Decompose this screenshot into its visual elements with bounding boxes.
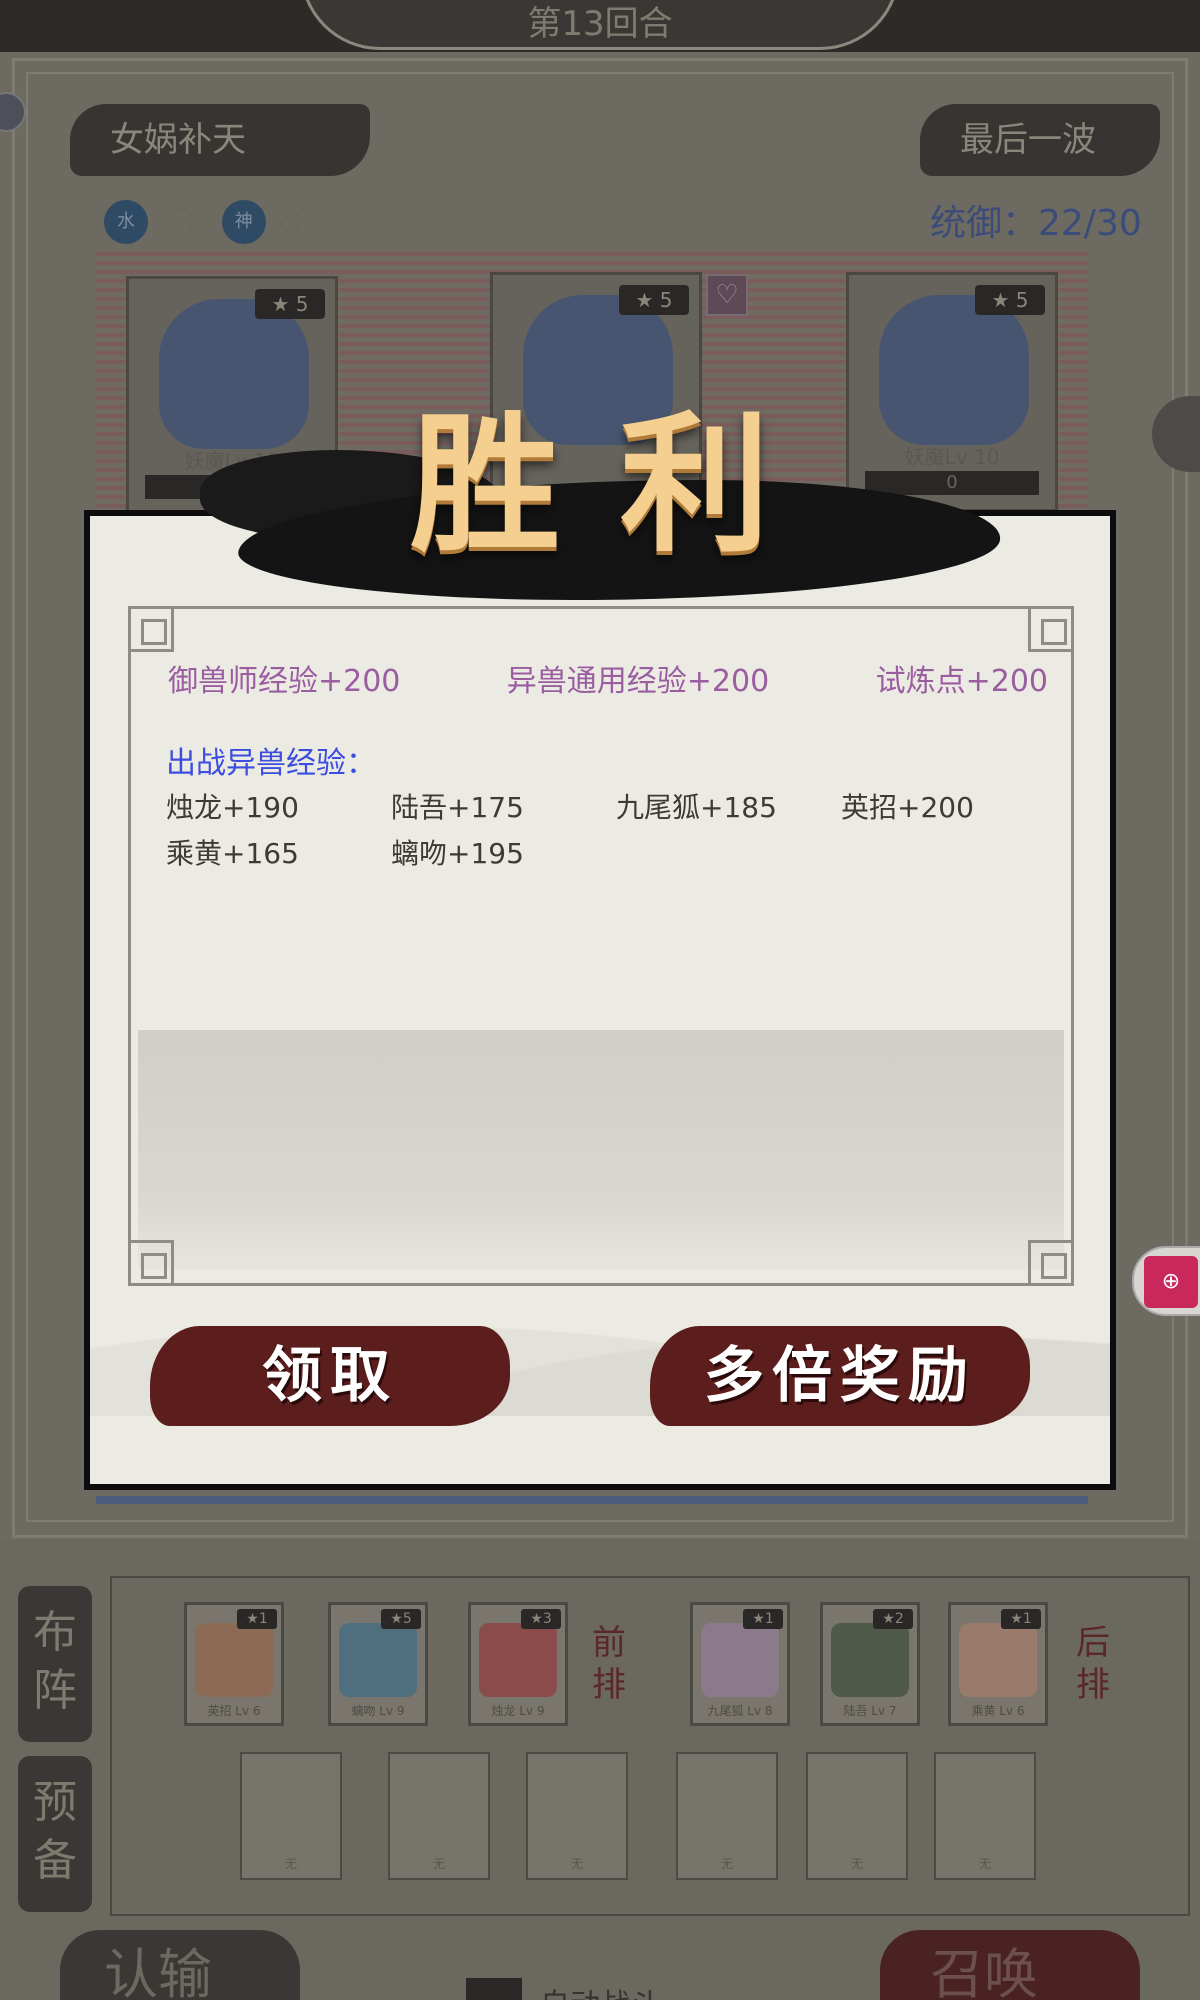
unit-star-badge: ★5 [381, 1609, 421, 1629]
element-water: 水 x3 [104, 200, 196, 244]
auto-battle-label: 自动战斗 [540, 1980, 660, 2000]
empty-slot[interactable]: 无 [934, 1752, 1036, 1880]
victory-banner: 胜利 [180, 397, 1080, 610]
zoom-button[interactable]: ⊕ [1132, 1246, 1200, 1316]
dialog-ornament-frame [128, 606, 1074, 1286]
unit-star-badge: ★2 [873, 1609, 913, 1629]
empty-label: 无 [570, 1857, 583, 1871]
summon-button[interactable]: 召唤 [880, 1930, 1140, 2000]
enemy-star-badge: ★ 5 [975, 285, 1045, 315]
unit-name: 烛龙 Lv 9 [491, 1704, 545, 1718]
empty-slot[interactable]: 无 [676, 1752, 778, 1880]
list-item: 烛龙+190 [166, 791, 299, 824]
beast-exp-reward: 异兽通用经验+200 [506, 664, 770, 699]
empty-label: 无 [850, 1857, 863, 1871]
unit-star-badge: ★3 [521, 1609, 561, 1629]
list-item: 螭吻+195 [391, 837, 524, 870]
unit-card[interactable]: ★1 九尾狐 Lv 8 [690, 1602, 790, 1726]
list-item: 乘黄+165 [166, 837, 299, 870]
empty-slot[interactable]: 无 [388, 1752, 490, 1880]
unit-card[interactable]: ★5 螭吻 Lv 9 [328, 1602, 428, 1726]
unit-card[interactable]: ★2 陆吾 Lv 7 [820, 1602, 920, 1726]
unit-name: 乘黄 Lv 6 [971, 1704, 1025, 1718]
unit-star-badge: ★1 [1001, 1609, 1041, 1629]
frame-corner [128, 1240, 174, 1286]
victory-title: 胜利 [410, 397, 831, 573]
tamer-exp-reward: 御兽师经验+200 [168, 664, 401, 699]
frame-corner [1028, 606, 1074, 652]
water-icon: 水 [104, 200, 148, 244]
empty-label: 无 [284, 1857, 297, 1871]
empty-label: 无 [978, 1857, 991, 1871]
element-count: x6 [271, 202, 314, 242]
unit-card[interactable]: ★1 乘黄 Lv 6 [948, 1602, 1048, 1726]
element-count: x3 [154, 202, 196, 242]
list-item: 九尾狐+185 [616, 791, 777, 824]
empty-label: 无 [720, 1857, 733, 1871]
beast-exp-title: 出战异兽经验： [166, 746, 376, 781]
divider-stripe [96, 1496, 1088, 1504]
trial-points-reward: 试炼点+200 [875, 664, 1048, 699]
unit-star-badge: ★1 [743, 1609, 783, 1629]
unit-art [831, 1623, 909, 1697]
unit-name: 陆吾 Lv 7 [843, 1704, 897, 1718]
list-item: 英招+200 [841, 791, 974, 824]
reward-summary: 御兽师经验+200 异兽通用经验+200 试炼点+200 [168, 656, 1048, 700]
unit-art [959, 1623, 1037, 1697]
frame-line [174, 1283, 1028, 1286]
multi-reward-button[interactable]: 多倍奖励 [650, 1326, 1030, 1426]
claim-button[interactable]: 领取 [150, 1326, 510, 1426]
element-divine: 神 x6 [221, 200, 314, 244]
beast-exp-list: 烛龙+190 陆吾+175 九尾狐+185 英招+200 乘黄+165 螭吻+1… [166, 786, 1066, 872]
frame-corner [128, 606, 174, 652]
victory-dialog: 御兽师经验+200 异兽通用经验+200 试炼点+200 出战异兽经验： 烛龙+… [84, 510, 1116, 1490]
list-item: 陆吾+175 [391, 791, 524, 824]
frame-line [128, 652, 131, 1240]
unit-card[interactable]: ★1 英招 Lv 6 [184, 1602, 284, 1726]
surrender-button[interactable]: 认输 [60, 1930, 300, 2000]
unit-art [195, 1623, 273, 1697]
unit-art [479, 1623, 557, 1697]
unit-name: 螭吻 Lv 9 [351, 1704, 405, 1718]
frame-line [1071, 652, 1074, 1240]
front-row-label: 前排 [592, 1623, 626, 1705]
reserve-tab[interactable]: 预备 [18, 1756, 92, 1912]
wave-label: 最后一波 [920, 104, 1160, 176]
unit-art [339, 1623, 417, 1697]
divine-icon: 神 [221, 200, 266, 244]
zoom-in-icon: ⊕ [1144, 1256, 1198, 1308]
enemy-star-badge: ★ 5 [619, 285, 689, 315]
unit-star-badge: ★1 [237, 1609, 277, 1629]
empty-slot[interactable]: 无 [240, 1752, 342, 1880]
unit-art [701, 1623, 779, 1697]
empty-label: 无 [432, 1857, 445, 1871]
heart-icon: ♡ [706, 274, 748, 316]
auto-battle-checkbox[interactable] [466, 1978, 522, 2000]
empty-slot[interactable]: 无 [806, 1752, 908, 1880]
element-summary: 水 x3 神 x6 [104, 200, 314, 244]
unit-name: 英招 Lv 6 [207, 1704, 261, 1718]
round-banner: 第13回合 [300, 0, 900, 50]
unit-name: 九尾狐 Lv 8 [707, 1704, 773, 1718]
command-value: 统御：22/30 [930, 203, 1142, 244]
enemy-star-badge: ★ 5 [255, 289, 325, 319]
unit-card[interactable]: ★3 烛龙 Lv 9 [468, 1602, 568, 1726]
frame-corner [1028, 1240, 1074, 1286]
formation-tab[interactable]: 布阵 [18, 1586, 92, 1742]
back-row-label: 后排 [1076, 1623, 1110, 1705]
round-text: 第13回合 [527, 4, 673, 44]
stage-name: 女娲补天 [70, 104, 370, 176]
empty-slot[interactable]: 无 [526, 1752, 628, 1880]
